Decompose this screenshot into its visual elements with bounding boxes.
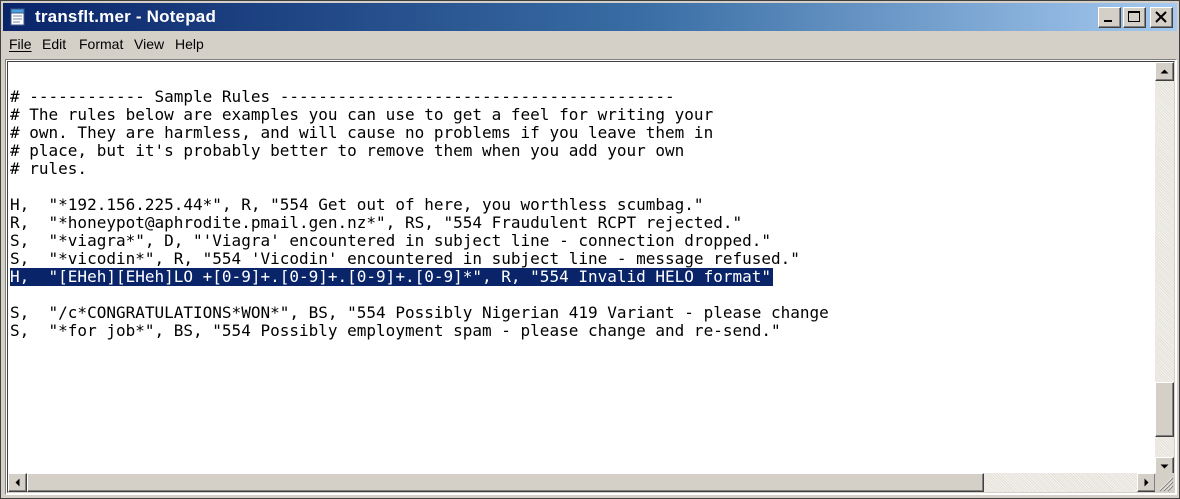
menu-edit[interactable]: Edit xyxy=(42,36,66,52)
menu-edit-label: Edit xyxy=(42,36,67,52)
editor-frame: # ------------ Sample Rules ------------… xyxy=(5,59,1177,495)
menu-format-label: Format xyxy=(79,36,124,52)
title-bar[interactable]: transflt.mer - Notepad xyxy=(3,3,1177,31)
text-line: S, "*vicodin*", R, "554 'Vicodin' encoun… xyxy=(10,249,800,268)
notepad-window: transflt.mer - Notepad File Edit Format … xyxy=(0,0,1180,499)
text-line: # The rules below are examples you can u… xyxy=(10,105,714,124)
text-line: # own. They are harmless, and will cause… xyxy=(10,123,714,142)
scroll-up-button[interactable] xyxy=(1155,62,1174,81)
notepad-icon xyxy=(10,8,25,26)
horizontal-scroll-thumb[interactable] xyxy=(27,473,984,492)
close-button[interactable] xyxy=(1150,7,1173,28)
maximize-icon xyxy=(1128,11,1140,22)
menu-bar: File Edit Format View Help xyxy=(3,33,1177,57)
vertical-scrollbar[interactable] xyxy=(1155,62,1174,476)
window-title: transflt.mer - Notepad xyxy=(35,7,217,26)
text-line: # ------------ Sample Rules ------------… xyxy=(10,87,675,106)
text-line: H, "*192.156.225.44*", R, "554 Get out o… xyxy=(10,195,704,214)
text-line: S, "/c*CONGRATULATIONS*WON*", BS, "554 P… xyxy=(10,303,829,322)
maximize-button[interactable] xyxy=(1123,7,1146,28)
menu-format[interactable]: Format xyxy=(79,36,123,52)
menu-view-label: View xyxy=(134,36,165,52)
text-line: S, "*viagra*", D, "'Viagra' encountered … xyxy=(10,231,771,250)
arrow-up-icon xyxy=(1160,69,1169,74)
menu-file-label: File xyxy=(9,36,32,52)
text-line: R, "*honeypot@aphrodite.pmail.gen.nz*", … xyxy=(10,213,743,232)
close-icon xyxy=(1155,11,1167,23)
arrow-left-icon xyxy=(15,478,20,487)
scroll-right-button[interactable] xyxy=(1137,473,1156,492)
menu-view[interactable]: View xyxy=(134,36,164,52)
scroll-left-button[interactable] xyxy=(8,473,27,492)
vertical-scroll-thumb[interactable] xyxy=(1155,382,1174,437)
menu-help-label: Help xyxy=(175,36,204,52)
resize-grip[interactable] xyxy=(1155,473,1174,492)
menu-help[interactable]: Help xyxy=(175,36,204,52)
text-line: # rules. xyxy=(10,159,88,178)
minimize-icon xyxy=(1104,20,1112,22)
arrow-right-icon xyxy=(1144,478,1149,487)
text-line: S, "*for job*", BS, "554 Possibly employ… xyxy=(10,321,781,340)
text-line: # place, but it's probably better to rem… xyxy=(10,141,685,160)
resize-grip-icon xyxy=(1159,477,1174,492)
selected-text-line: H, "[EHeh][EHeh]LO +[0-9]+.[0-9]+.[0-9]+… xyxy=(10,267,773,286)
menu-file[interactable]: File xyxy=(9,36,32,52)
text-editor[interactable]: # ------------ Sample Rules ------------… xyxy=(8,62,1156,476)
minimize-button[interactable] xyxy=(1098,7,1121,28)
horizontal-scrollbar[interactable] xyxy=(8,473,1156,492)
